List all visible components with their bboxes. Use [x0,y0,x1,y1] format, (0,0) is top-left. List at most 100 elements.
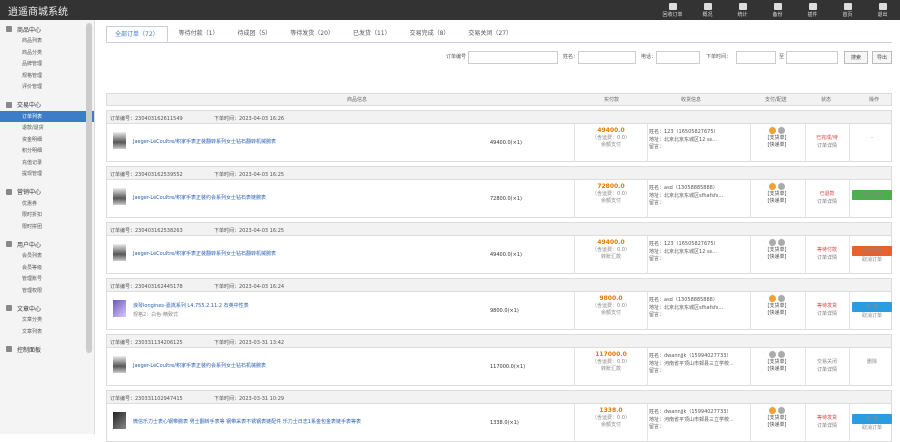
sidebar-group-header[interactable]: 商品中心 [0,23,94,35]
cancel-order-link[interactable]: 取消订单 [852,424,892,432]
sidebar-item[interactable]: 提现管理 [0,168,94,180]
topnav-home[interactable]: 概况 [690,0,725,20]
order-detail-link[interactable]: 订单详情 [817,255,837,261]
sidebar-group-header[interactable]: 用户中心 [0,238,94,250]
topnav-recycle[interactable]: 回收订单 [655,0,690,20]
sidebar-item[interactable]: 限时拼团 [0,221,94,233]
order-no-input[interactable] [468,51,558,64]
order-tab[interactable]: 已发货（11） [345,26,399,42]
product-name-link[interactable]: Jaeger-LeCoultre/积家手表正装约会系列女士钻石表链腕表 [133,194,383,201]
delivery-icon[interactable] [769,239,776,246]
pay-link[interactable]: [快递单] [752,366,802,373]
product-name-link[interactable]: Jaeger-LeCoultre/积家手表正装约会系列女士钻石机械腕表 [133,362,383,369]
pay-link[interactable]: [快递单] [752,142,802,149]
pay-link[interactable]: [支货单] [752,415,802,422]
pay-link[interactable]: [支货单] [752,191,802,198]
order-detail-link[interactable]: 订单详情 [817,311,837,317]
sidebar-item[interactable]: 商品分类 [0,47,94,59]
order-tab[interactable]: 全部订单（72） [106,26,168,42]
product-name[interactable]: Jaeger-LeCoultre/积家手表正装约会系列女士钻石机械腕表 [133,363,266,369]
sidebar-item[interactable]: 品牌管理 [0,58,94,70]
sidebar-item[interactable]: 退款/退货 [0,122,94,134]
product-name[interactable]: Jaeger-LeCoultre/积家手表正装翻转系列女士钻石翻转机械腕表 [133,251,276,257]
action-button[interactable]: 发 货 [852,414,892,424]
sidebar-group-header[interactable]: 控制面板 [0,343,94,355]
sidebar-item[interactable]: 会员等级 [0,262,94,274]
action-button[interactable]: 发 货 [852,302,892,312]
order-tab[interactable]: 等待发货（20） [282,26,342,42]
pay-link[interactable]: [支货单] [752,247,802,254]
delivery-icon[interactable] [778,351,785,358]
sidebar-item[interactable]: 文章分类 [0,314,94,326]
order-tab[interactable]: 交易完成（8） [402,26,458,42]
product-name-link[interactable]: Jaeger-LeCoultre/积家手表正装翻转系列女士钻石翻转机械腕表 [133,138,383,145]
phone-input[interactable] [656,51,700,64]
product-name[interactable]: Jaeger-LeCoultre/积家手表正装翻转系列女士钻石翻转机械腕表 [133,139,276,145]
product-thumbnail[interactable] [113,300,126,317]
order-tab[interactable]: 等待付款（1） [171,26,227,42]
payment-icon[interactable] [769,183,776,190]
sidebar-item[interactable]: 会员列表 [0,250,94,262]
order-detail-link[interactable]: 订单详情 [817,423,837,429]
product-name-link[interactable]: Jaeger-LeCoultre/积家手表正装翻转系列女士钻石翻转机械腕表 [133,250,383,257]
payment-icon[interactable] [769,295,776,302]
sidebar-item[interactable]: 商品列表 [0,35,94,47]
sidebar-item[interactable]: 充值记录 [0,157,94,169]
search-button[interactable]: 搜索 [844,51,868,64]
export-button[interactable]: 导出 [872,51,892,64]
pay-link[interactable]: [支货单] [752,359,802,366]
delivery-icon[interactable] [778,127,785,134]
delivery-icon[interactable] [778,183,785,190]
action-button[interactable]: 确认回款 [852,190,892,200]
payment-icon[interactable] [769,127,776,134]
sidebar-item[interactable]: 文章列表 [0,326,94,338]
delivery-icon[interactable] [778,407,785,414]
order-detail-link[interactable]: 订单详情 [817,143,837,149]
sidebar-group-header[interactable]: 交易中心 [0,99,94,111]
order-detail-link[interactable]: 订单详情 [817,199,837,205]
action-button[interactable]: 删除 [852,358,892,366]
sidebar-item[interactable]: 规格管理 [0,70,94,82]
product-name[interactable]: Jaeger-LeCoultre/积家手表正装约会系列女士钻石表链腕表 [133,195,266,201]
sidebar-group-header[interactable]: 文章中心 [0,302,94,314]
sidebar-item[interactable]: 管理账号 [0,273,94,285]
cancel-order-link[interactable]: 取消订单 [852,256,892,264]
product-thumbnail[interactable] [113,188,126,205]
delivery-icon[interactable] [769,351,776,358]
order-tab[interactable]: 待成团（5） [229,26,279,42]
sidebar-group-header[interactable]: 营销中心 [0,186,94,198]
sidebar-scrollbar[interactable] [86,23,92,353]
product-name[interactable]: 浪琴longines-嘉岚系列 L4.755.2.11.2 石英中性表 [133,303,249,309]
cancel-order-link[interactable]: 取消订单 [852,312,892,320]
pay-link[interactable]: [快递单] [752,310,802,317]
product-name-link[interactable]: 微信乐力士表心钢带腕表 男士翻转手表等 钢带采表不锈钢表链配件 乐力士日志1系金… [133,418,383,425]
order-detail-link[interactable]: 订单详情 [817,367,837,373]
product-thumbnail[interactable] [113,244,126,261]
product-thumbnail[interactable] [113,356,126,373]
product-thumbnail[interactable] [113,132,126,149]
end-date-input[interactable] [786,51,838,64]
sidebar-item[interactable]: 积分明细 [0,145,94,157]
pay-link[interactable]: [支货单] [752,135,802,142]
topnav-logout[interactable]: 退出 [865,0,900,20]
product-name-link[interactable]: 浪琴longines-嘉岚系列 L4.755.2.11.2 石英中性表 规格2：白… [133,302,383,318]
product-thumbnail[interactable] [113,412,126,429]
action-button[interactable]: 立即付款 [852,246,892,256]
action-button[interactable]: - [852,134,892,142]
pay-link[interactable]: [支货单] [752,303,802,310]
product-name[interactable]: 微信乐力士表心钢带腕表 男士翻转手表等 钢带采表不锈钢表链配件 乐力士日志1系金… [133,419,361,425]
sidebar-item[interactable]: 优惠券 [0,198,94,210]
sidebar-item[interactable]: 订单列表 [0,110,94,122]
topnav-stats[interactable]: 统计 [725,0,760,20]
sidebar-item[interactable]: 管理权限 [0,285,94,297]
sidebar-item[interactable]: 资金明细 [0,134,94,146]
topnav-backup[interactable]: 备份 [760,0,795,20]
pay-link[interactable]: [快递单] [752,422,802,429]
topnav-plugin[interactable]: 插件 [795,0,830,20]
delivery-icon[interactable] [778,295,785,302]
pay-link[interactable]: [快递单] [752,254,802,261]
payment-icon[interactable] [769,407,776,414]
name-input[interactable] [578,51,636,64]
sidebar-item[interactable]: 限时折扣 [0,209,94,221]
topnav-monitor[interactable]: 首页 [830,0,865,20]
